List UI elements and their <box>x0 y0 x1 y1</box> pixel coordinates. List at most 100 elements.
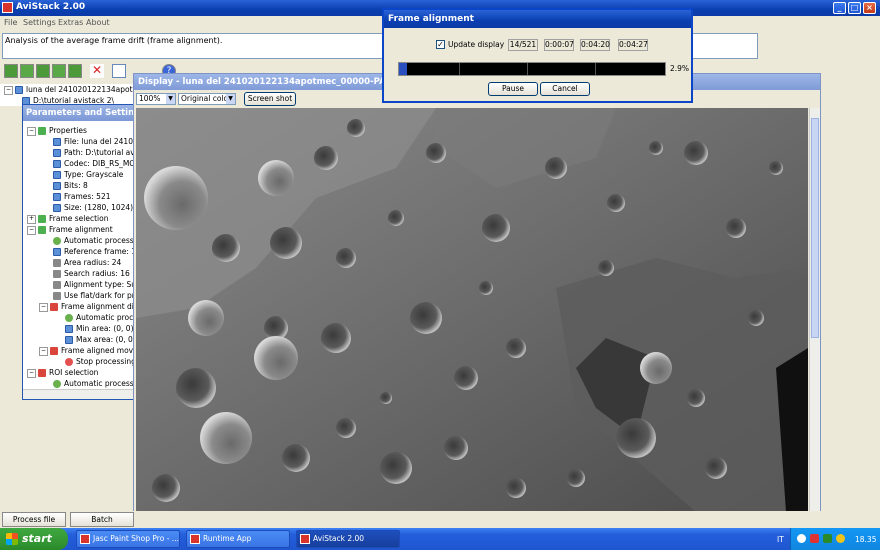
color-mode-value: Original color <box>181 94 232 103</box>
tree-item-properties[interactable]: − Properties <box>27 125 87 136</box>
task-runtime-app[interactable]: Runtime App <box>186 530 290 548</box>
chevron-down-icon: ▼ <box>166 94 175 104</box>
toolbar-icon-3[interactable] <box>36 64 50 78</box>
total-time: 0:04:27 <box>618 39 648 51</box>
zoom-select[interactable]: 100% ▼ <box>136 93 176 105</box>
tree-item-stop-processing[interactable]: Stop processing <box>65 356 136 367</box>
tree-item-roi-selection[interactable]: − ROI selection <box>27 367 98 378</box>
folder-icon <box>50 303 58 311</box>
minimize-button[interactable]: _ <box>833 2 846 14</box>
document-icon <box>65 336 73 344</box>
tree-item-max-area[interactable]: Max area: (0, 0) <box>65 334 136 345</box>
parameters-title: Parameters and Settings <box>23 105 135 121</box>
new-file-icon[interactable] <box>112 64 126 78</box>
document-icon <box>53 248 61 256</box>
tree-label: Area radius: 24 <box>64 258 122 267</box>
task-paint-shop[interactable]: Jasc Paint Shop Pro - ... <box>76 530 180 548</box>
tree-label: Frames: 521 <box>64 192 111 201</box>
tree-item-frame-alignment[interactable]: − Frame alignment <box>27 224 113 235</box>
tree-item-min-area[interactable]: Min area: (0, 0) <box>65 323 134 334</box>
display-vertical-scrollbar[interactable] <box>809 108 820 512</box>
menu-file[interactable]: File <box>4 18 17 27</box>
update-display-label: Update display <box>448 40 505 49</box>
tree-item-type[interactable]: Type: Grayscale <box>53 169 123 180</box>
close-button[interactable]: × <box>863 2 876 14</box>
menu-extras[interactable]: Extras <box>58 18 83 27</box>
toolbar-icon-1[interactable] <box>4 64 18 78</box>
info-text: Analysis of the average frame drift (fra… <box>5 36 223 45</box>
tree-item-search-radius[interactable]: Search radius: 16 <box>53 268 130 279</box>
progress-fill <box>399 63 407 75</box>
clock: 18.35 <box>855 535 877 544</box>
batch-processing-button[interactable]: Batch processing <box>70 512 134 537</box>
progress-bar <box>398 62 666 76</box>
frame-counter: 14/521 <box>508 39 538 51</box>
tree-root-row[interactable]: − luna del 241020122134apotmec <box>4 84 149 95</box>
moon-surface-image <box>136 108 808 512</box>
pause-button[interactable]: Pause <box>488 82 538 96</box>
gear-icon <box>65 314 73 322</box>
remaining-time: 0:04:20 <box>580 39 610 51</box>
tree-item-bits[interactable]: Bits: 8 <box>53 180 88 191</box>
document-icon <box>53 204 61 212</box>
tree-label: Frame aligned movie <box>61 346 140 355</box>
tree-label: Search radius: 16 <box>64 269 130 278</box>
zoom-value: 100% <box>139 94 161 103</box>
system-tray: IT 18.35 <box>777 528 880 550</box>
tree-label: Reference frame: 1 <box>64 247 137 256</box>
app-icon <box>300 534 310 544</box>
tree-item-frame-selection[interactable]: + Frame selection <box>27 213 108 224</box>
tree-label: Type: Grayscale <box>64 170 124 179</box>
tree-item-auto-processing[interactable]: Automatic processing <box>53 235 145 246</box>
chevron-down-icon: ▼ <box>226 94 235 104</box>
tree-item-alignment-diag[interactable]: − Frame alignment diag <box>39 301 143 312</box>
tray-icon-3[interactable] <box>823 534 832 543</box>
document-icon <box>53 182 61 190</box>
task-avistack[interactable]: AviStack 2.00 <box>296 530 400 548</box>
tray-icon-1[interactable] <box>797 534 806 543</box>
vertical-scroll-thumb[interactable] <box>811 118 819 338</box>
tray-icon-4[interactable] <box>836 534 845 543</box>
tree-label: Max area: (0, 0) <box>76 335 136 344</box>
update-display-checkbox[interactable]: ✓ <box>436 40 445 49</box>
params-hscroll[interactable] <box>23 389 135 399</box>
toolbar-icon-4[interactable] <box>52 64 66 78</box>
tree-label: Frame alignment <box>49 225 113 234</box>
cancel-button[interactable]: Cancel <box>540 82 590 96</box>
windows-logo-icon <box>6 533 18 545</box>
screenshot-button[interactable]: Screen shot <box>244 92 296 106</box>
menu-about[interactable]: About <box>86 18 110 27</box>
folder-icon <box>38 215 46 223</box>
color-mode-select[interactable]: Original color ▼ <box>178 93 236 105</box>
tree-item-reference-frame[interactable]: Reference frame: 1 <box>53 246 136 257</box>
start-label: start <box>22 532 52 545</box>
tree-item-aligned-movie[interactable]: − Frame aligned movie <box>39 345 140 356</box>
menu-settings[interactable]: Settings <box>23 18 56 27</box>
maximize-button[interactable]: □ <box>848 2 861 14</box>
tree-label: Properties <box>49 126 87 135</box>
toolbar-icon-2[interactable] <box>20 64 34 78</box>
tree-item-codec[interactable]: Codec: DIB_RS_MO <box>53 158 135 169</box>
tree-item-flat-dark[interactable]: Use flat/dark for proc <box>53 290 143 301</box>
tree-item-roi-auto[interactable]: Automatic processing <box>53 378 145 389</box>
delete-icon[interactable]: ✕ <box>90 64 104 78</box>
document-icon <box>53 171 61 179</box>
folder-icon <box>50 347 58 355</box>
tree-item-size[interactable]: Size: (1280, 1024) <box>53 202 133 213</box>
tree-item-frames[interactable]: Frames: 521 <box>53 191 111 202</box>
document-icon <box>53 149 61 157</box>
progress-percent: 2.9% <box>670 64 690 73</box>
document-icon <box>53 193 61 201</box>
tray-icon-2[interactable] <box>810 534 819 543</box>
bottom-bar: Process file Batch processing <box>0 511 880 537</box>
tree-label: Bits: 8 <box>64 181 88 190</box>
language-indicator[interactable]: IT <box>777 535 784 544</box>
tree-item-auto-proces[interactable]: Automatic proces <box>65 312 142 323</box>
app-icon <box>2 2 13 13</box>
process-file-button[interactable]: Process file <box>2 512 66 527</box>
toolbar-icon-5[interactable] <box>68 64 82 78</box>
start-button[interactable]: start <box>0 528 68 550</box>
tree-label: Automatic proces <box>76 313 142 322</box>
tree-item-area-radius[interactable]: Area radius: 24 <box>53 257 121 268</box>
tree-item-path[interactable]: Path: D:\tutorial avis <box>53 147 141 158</box>
